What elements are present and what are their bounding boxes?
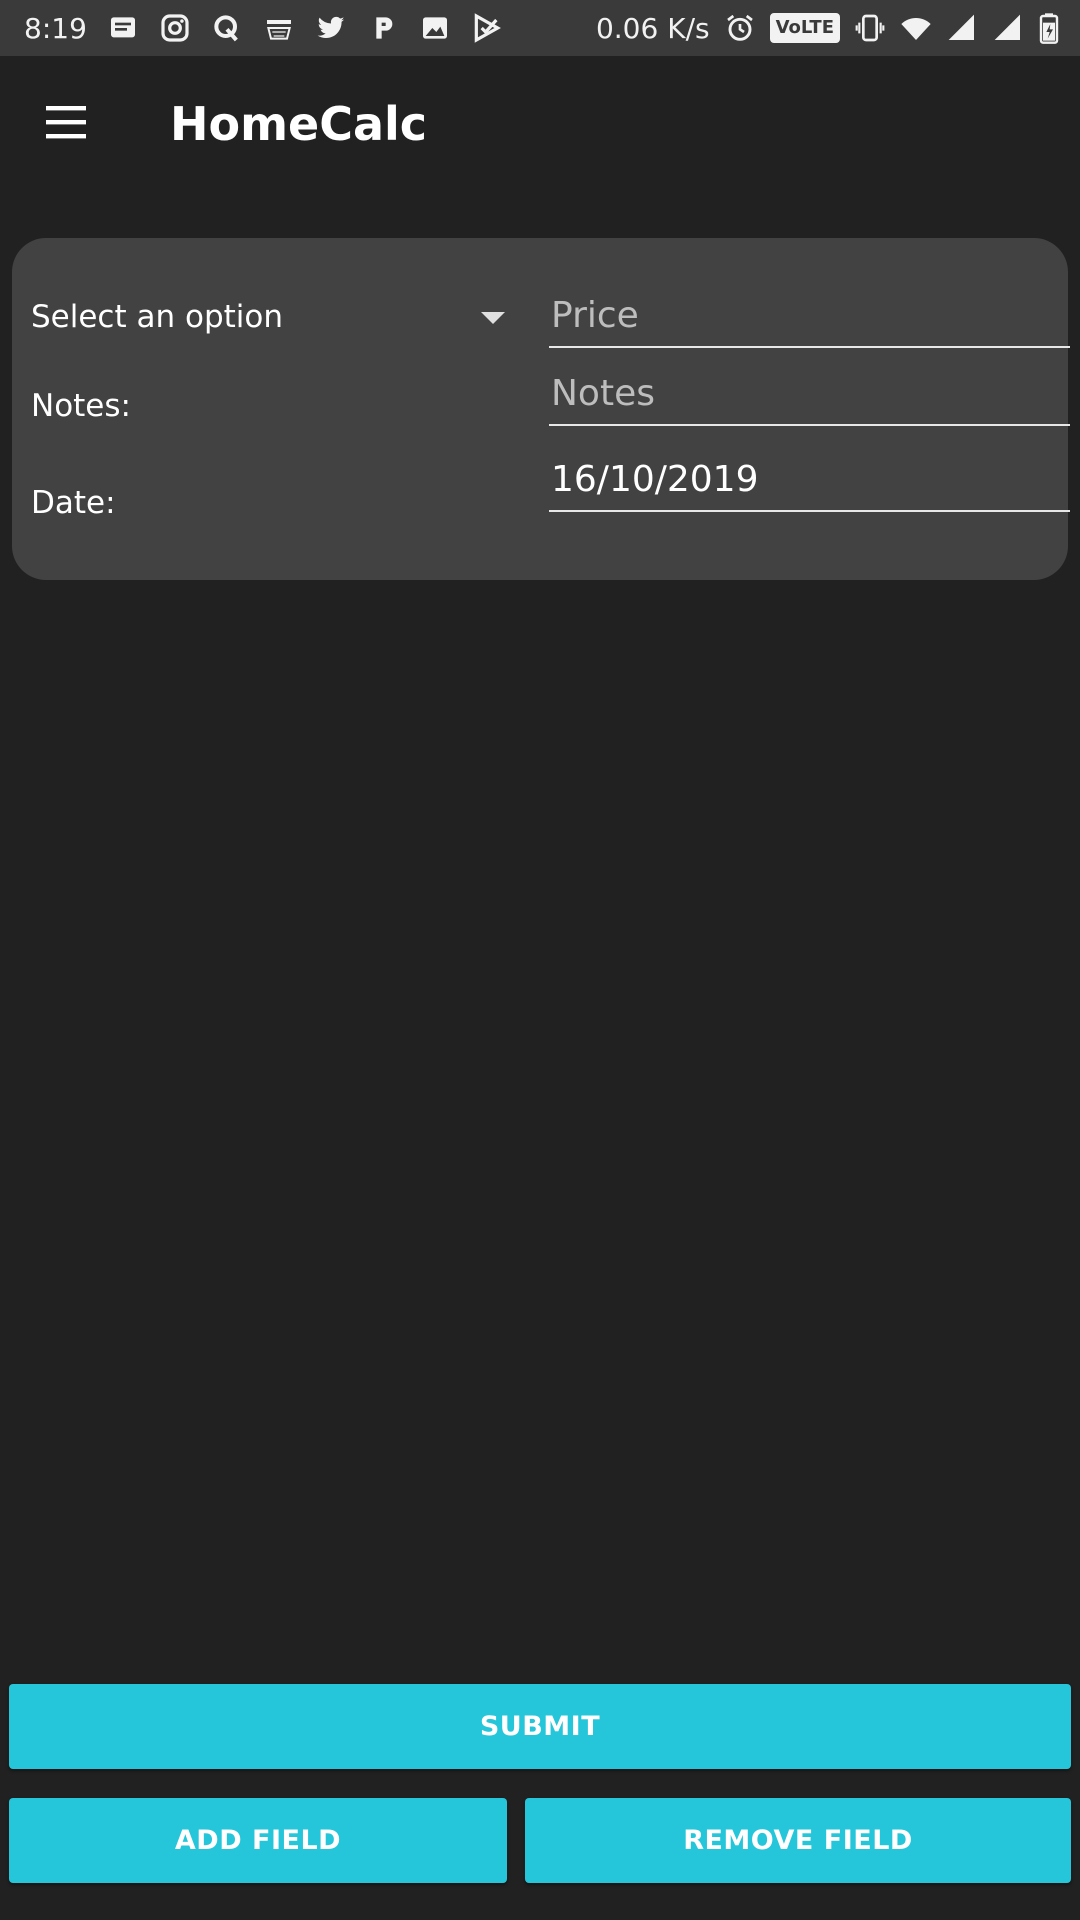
instagram-icon bbox=[159, 12, 191, 44]
clock: 8:19 bbox=[24, 11, 87, 45]
signal-icon bbox=[992, 12, 1024, 44]
category-select-value: Select an option bbox=[31, 299, 284, 335]
remove-field-button[interactable]: REMOVE FIELD bbox=[525, 1798, 1071, 1883]
network-speed: 0.06 K/s bbox=[595, 11, 710, 45]
dropdown-arrow-icon bbox=[481, 312, 505, 324]
status-bar: 8:19 0.06 K/s VoLTE bbox=[0, 0, 1080, 56]
battery-icon bbox=[1038, 12, 1060, 44]
entry-card: Select an option Notes: Date: bbox=[12, 238, 1070, 580]
notes-input[interactable] bbox=[549, 362, 1070, 426]
status-left: 8:19 bbox=[24, 12, 503, 45]
amazon-icon bbox=[263, 12, 295, 44]
quora-icon bbox=[211, 12, 243, 44]
signal-icon bbox=[946, 12, 978, 44]
menu-icon bbox=[42, 98, 90, 150]
menu-button[interactable] bbox=[18, 76, 114, 172]
date-label: Date: bbox=[31, 485, 116, 521]
add-field-button[interactable]: ADD FIELD bbox=[9, 1798, 507, 1883]
wifi-icon bbox=[900, 12, 932, 44]
twitter-icon bbox=[315, 12, 347, 44]
message-icon bbox=[107, 12, 139, 44]
volte-icon: VoLTE bbox=[769, 13, 840, 43]
app-title: HomeCalc bbox=[170, 97, 428, 151]
alarm-icon bbox=[724, 12, 756, 44]
vibrate-icon bbox=[854, 12, 886, 44]
paytm-icon bbox=[367, 12, 399, 44]
notes-label: Notes: bbox=[31, 388, 131, 424]
image-icon bbox=[419, 12, 451, 44]
check-icon bbox=[471, 12, 503, 44]
price-input[interactable] bbox=[549, 284, 1070, 348]
category-select[interactable]: Select an option bbox=[31, 282, 521, 352]
submit-button[interactable]: SUBMIT bbox=[9, 1684, 1071, 1769]
status-right: 0.06 K/s VoLTE bbox=[596, 12, 1060, 45]
app-bar: HomeCalc bbox=[0, 56, 1080, 192]
date-input[interactable] bbox=[549, 448, 1070, 512]
